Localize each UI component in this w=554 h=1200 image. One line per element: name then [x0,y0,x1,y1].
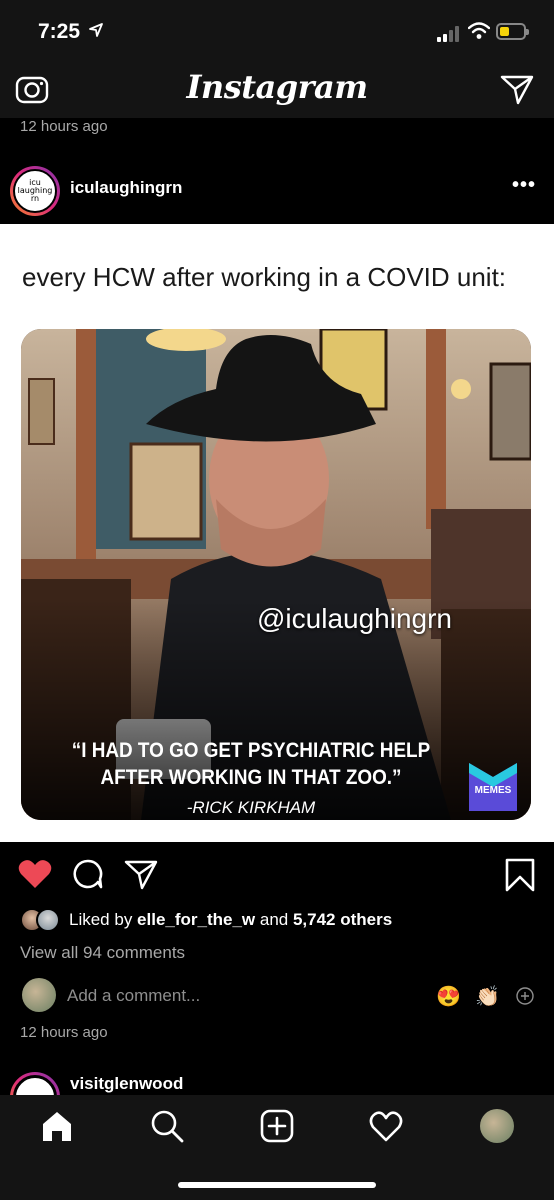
meme-caption: every HCW after working in a COVID unit: [22,262,507,292]
new-post-icon[interactable] [260,1109,294,1143]
next-post-username[interactable]: visitglenwood [70,1074,183,1094]
more-options-icon[interactable]: ••• [512,174,536,197]
add-comment-row: Add a comment... 😍 👏🏻 [20,978,540,1014]
heart-filled-icon[interactable] [18,858,52,890]
previous-post-timestamp: 12 hours ago [20,118,108,135]
liked-by-conjunction: and [255,910,293,929]
app-header: Instagram [0,60,554,118]
quick-emoji-clap[interactable]: 👏🏻 [475,984,500,1009]
current-user-avatar [22,978,56,1012]
home-indicator[interactable] [178,1182,376,1188]
quick-emoji-heart-eyes[interactable]: 😍 [436,984,461,1009]
liked-by-text: Liked by elle_for_the_w and 5,742 others [69,910,392,930]
bookmark-icon[interactable] [505,858,535,892]
post-timestamp: 12 hours ago [20,1024,108,1041]
comment-icon[interactable] [72,858,104,890]
next-post-header: visitglenwood [0,1068,554,1098]
post-header: icu laughing rn iculaughingrn ••• [0,150,554,224]
home-icon[interactable] [40,1109,74,1143]
meme-watermark: @iculaughingrn [257,603,452,634]
likes-summary[interactable]: Liked by elle_for_the_w and 5,742 others [20,908,540,934]
app-title: Instagram [186,68,368,106]
status-bar: 7:25 [0,0,554,60]
wifi-icon [468,22,490,39]
direct-message-icon[interactable] [500,73,534,105]
view-all-comments-link[interactable]: View all 94 comments [20,943,185,963]
post-actions [0,842,554,906]
status-time: 7:25 [38,20,81,43]
meme-quote-line-2: AFTER WORKING IN THAT ZOO.” [100,766,402,789]
add-comment-input[interactable]: Add a comment... [67,986,200,1006]
liked-by-others[interactable]: 5,742 others [293,910,392,929]
meme-credit: -RICK KIRKHAM [186,798,316,817]
cellular-signal-icon [437,26,461,42]
battery-level [500,27,509,36]
meme-quote-line-1: “I HAD TO GO GET PSYCHIATRIC HELP [71,739,431,762]
location-arrow-icon [89,23,103,37]
search-icon[interactable] [150,1109,184,1143]
add-emoji-icon[interactable] [516,987,534,1005]
post-author-avatar-text: icu laughing rn [13,169,57,213]
activity-icon[interactable] [369,1109,403,1143]
meme-photo: @iculaughingrn “I HAD TO GO GET PSYCHIAT… [21,329,531,820]
memes-logo-text: MEMES [474,785,512,796]
liked-by-user[interactable]: elle_for_the_w [137,910,255,929]
share-icon[interactable] [124,858,158,890]
liked-by-avatars [20,908,64,932]
battery-icon [496,23,529,40]
post-author-avatar[interactable]: icu laughing rn [10,166,60,216]
profile-avatar[interactable] [480,1109,514,1143]
liker-avatar [36,908,60,932]
post-image[interactable]: every HCW after working in a COVID unit: [0,224,554,842]
post-author-username[interactable]: iculaughingrn [70,178,182,198]
liked-by-prefix: Liked by [69,910,138,929]
